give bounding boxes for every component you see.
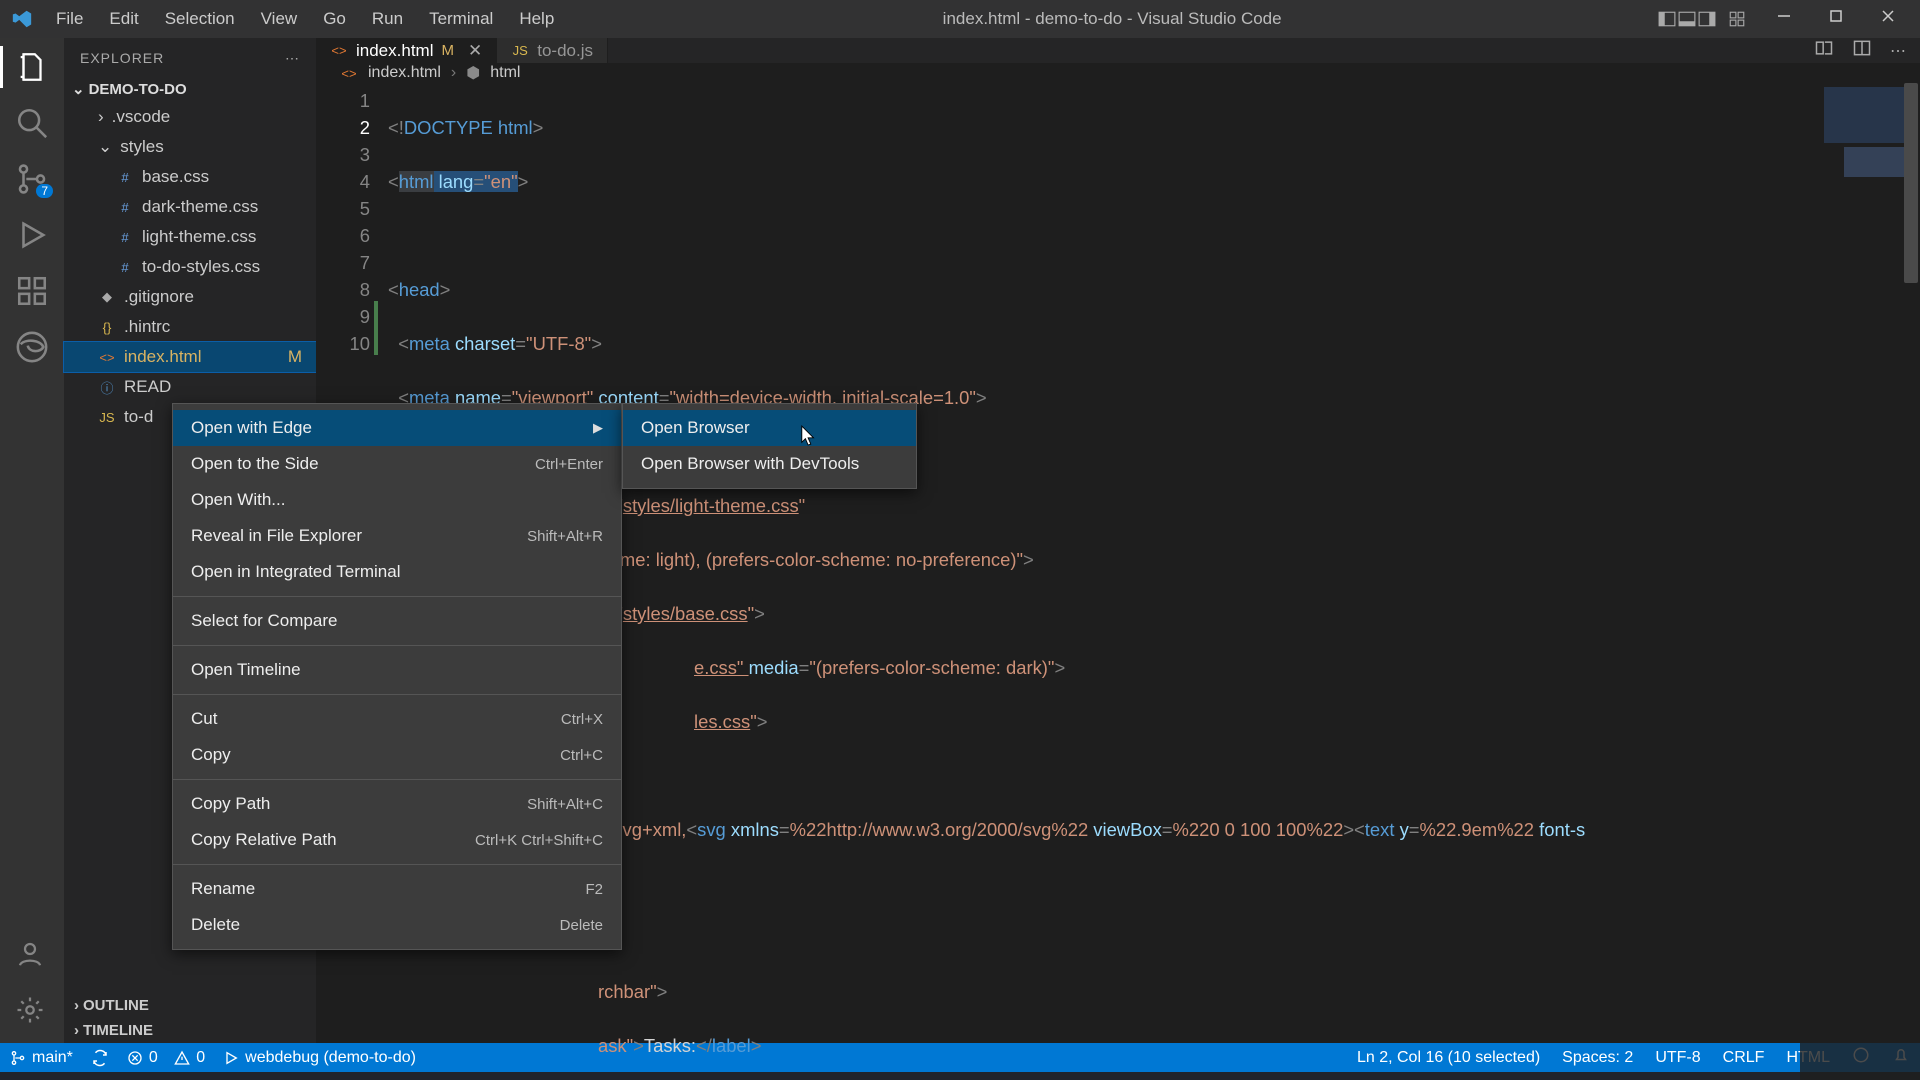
modified-indicator: M — [441, 42, 454, 59]
maximize-button[interactable] — [1816, 0, 1862, 38]
close-button[interactable] — [1868, 0, 1914, 38]
source-control-icon[interactable]: 7 — [15, 162, 49, 196]
menu-terminal[interactable]: Terminal — [417, 3, 505, 35]
vscode-logo-icon — [0, 8, 44, 30]
html-icon: <> — [340, 64, 358, 82]
js-icon: JS — [98, 408, 116, 426]
outline-section[interactable]: ›OUTLINE — [64, 993, 316, 1018]
menu-help[interactable]: Help — [507, 3, 566, 35]
menu-item[interactable]: CopyCtrl+C — [173, 737, 621, 773]
activity-bar: 7 — [0, 38, 64, 1043]
layout-controls[interactable] — [1658, 10, 1746, 28]
menu-edit[interactable]: Edit — [97, 3, 150, 35]
split-icon[interactable] — [1852, 38, 1872, 63]
menu-item[interactable]: Open with Edge▶ — [173, 410, 621, 446]
modified-indicator: M — [288, 347, 302, 367]
menu-item[interactable]: Open With... — [173, 482, 621, 518]
file-gitignore[interactable]: ◆.gitignore — [64, 282, 316, 312]
project-name: DEMO-TO-DO — [89, 81, 187, 98]
file-hintrc[interactable]: {}.hintrc — [64, 312, 316, 342]
file-base-css[interactable]: #base.css — [64, 162, 316, 192]
menu-item[interactable]: Open Browser with DevTools — [623, 446, 916, 482]
file-readme[interactable]: ⓘREAD — [64, 372, 316, 402]
folder-vscode[interactable]: ›.vscode — [64, 102, 316, 132]
html-icon: <> — [330, 42, 348, 60]
scm-badge: 7 — [36, 184, 53, 198]
json-icon: {} — [98, 318, 116, 336]
file-light-theme-css[interactable]: #light-theme.css — [64, 222, 316, 252]
editor-tabs: <> index.html M ✕ JS to-do.js ⋯ — [316, 38, 1920, 63]
window-title: index.html - demo-to-do - Visual Studio … — [566, 9, 1658, 29]
accounts-icon[interactable] — [15, 939, 49, 973]
run-debug-icon[interactable] — [15, 218, 49, 252]
timeline-section[interactable]: ›TIMELINE — [64, 1018, 316, 1043]
search-icon[interactable] — [15, 106, 49, 140]
css-icon: # — [116, 258, 134, 276]
branch-indicator[interactable]: main* — [10, 1049, 73, 1067]
more-icon[interactable]: ⋯ — [285, 50, 300, 67]
editor-scrollbar[interactable] — [1902, 83, 1920, 1080]
symbol-icon: ⬢ — [466, 63, 480, 83]
menu-item[interactable]: RenameF2 — [173, 871, 621, 907]
context-menu: Open with Edge▶Open to the SideCtrl+Ente… — [172, 403, 622, 950]
explorer-title: EXPLORER — [80, 50, 164, 66]
menu-run[interactable]: Run — [360, 3, 415, 35]
menu-item[interactable]: CutCtrl+X — [173, 701, 621, 737]
menu-item[interactable]: Select for Compare — [173, 603, 621, 639]
css-icon: # — [116, 168, 134, 186]
menu-selection[interactable]: Selection — [153, 3, 247, 35]
folder-styles[interactable]: ⌄styles — [64, 132, 316, 162]
chevron-right-icon: › — [74, 997, 79, 1014]
gitignore-icon: ◆ — [98, 288, 116, 306]
tab-todo-js[interactable]: JS to-do.js — [497, 38, 608, 63]
more-icon[interactable]: ⋯ — [1890, 41, 1906, 61]
menu-item[interactable]: DeleteDelete — [173, 907, 621, 943]
menu-item[interactable]: Open in Integrated Terminal — [173, 554, 621, 590]
menu-item[interactable]: Copy Relative PathCtrl+K Ctrl+Shift+C — [173, 822, 621, 858]
css-icon: # — [116, 198, 134, 216]
chevron-right-icon: › — [74, 1022, 79, 1039]
problems-indicator[interactable]: 0 0 — [127, 1049, 205, 1067]
tab-index-html[interactable]: <> index.html M ✕ — [316, 38, 497, 63]
file-dark-theme-css[interactable]: #dark-theme.css — [64, 192, 316, 222]
context-submenu: Open BrowserOpen Browser with DevTools — [622, 403, 917, 489]
html-icon: <> — [98, 348, 116, 366]
menu-item[interactable]: Open Timeline — [173, 652, 621, 688]
extensions-icon[interactable] — [15, 274, 49, 308]
settings-gear-icon[interactable] — [15, 995, 49, 1029]
menu-item[interactable]: Open Browser — [623, 410, 916, 446]
menu-item[interactable]: Reveal in File ExplorerShift+Alt+R — [173, 518, 621, 554]
chevron-down-icon: ⌄ — [98, 137, 112, 157]
sync-indicator[interactable] — [91, 1049, 109, 1067]
edge-tools-icon[interactable] — [15, 330, 49, 364]
menu-go[interactable]: Go — [311, 3, 358, 35]
chevron-down-icon[interactable]: ⌄ — [72, 80, 85, 98]
menu-item[interactable]: Open to the SideCtrl+Enter — [173, 446, 621, 482]
breadcrumb[interactable]: <> index.html › ⬢ html — [316, 63, 1920, 83]
close-icon[interactable]: ✕ — [468, 41, 482, 61]
menu-view[interactable]: View — [249, 3, 310, 35]
js-icon: JS — [511, 42, 529, 60]
menu-item[interactable]: Copy PathShift+Alt+C — [173, 786, 621, 822]
menu-bar: File Edit Selection View Go Run Terminal… — [44, 3, 566, 35]
explorer-icon[interactable] — [15, 50, 49, 84]
info-icon: ⓘ — [98, 378, 116, 396]
menu-file[interactable]: File — [44, 3, 95, 35]
css-icon: # — [116, 228, 134, 246]
minimize-button[interactable] — [1764, 0, 1810, 38]
file-todo-styles-css[interactable]: #to-do-styles.css — [64, 252, 316, 282]
title-bar: File Edit Selection View Go Run Terminal… — [0, 0, 1920, 38]
compare-icon[interactable] — [1814, 38, 1834, 63]
file-index-html[interactable]: <>index.htmlM — [64, 342, 316, 372]
chevron-right-icon: › — [98, 107, 104, 127]
